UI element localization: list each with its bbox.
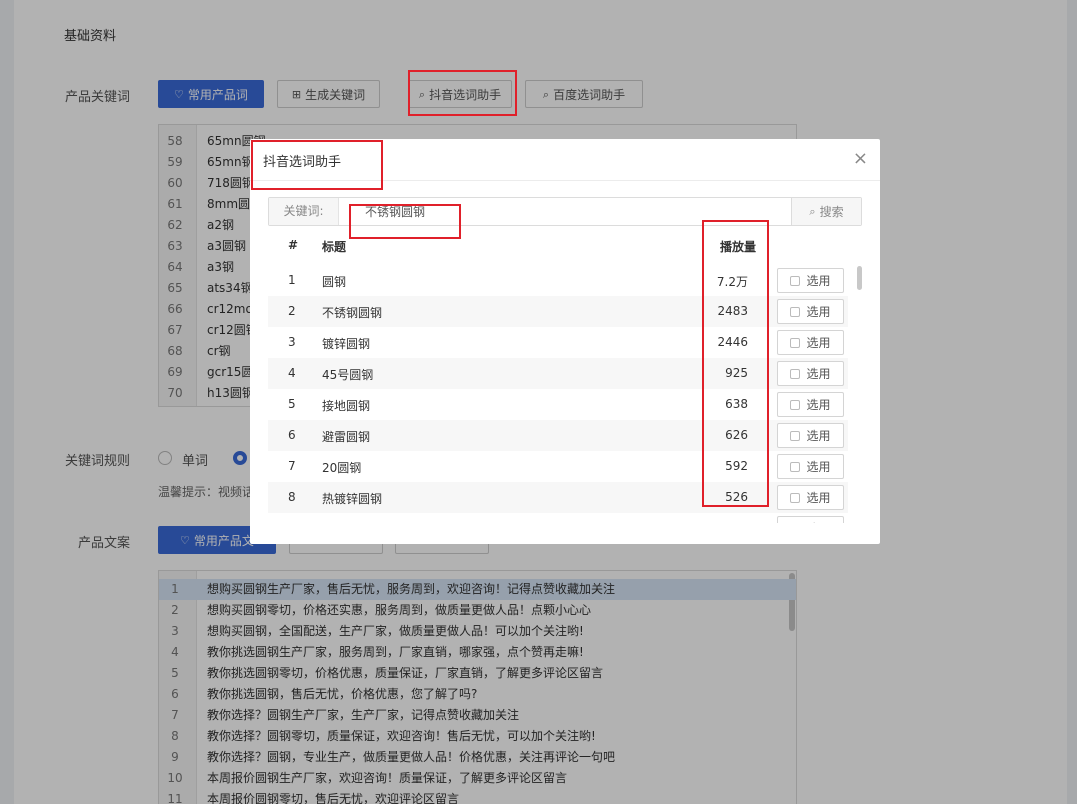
select-button[interactable]: 选用 — [777, 299, 844, 324]
select-button[interactable]: 选用 — [777, 423, 844, 448]
row-index: 3 — [288, 335, 296, 349]
results-table-header: # 标题 播放量 — [268, 234, 848, 258]
row-title: 20圆钢 — [322, 461, 362, 475]
results-scrollbar[interactable] — [857, 266, 862, 290]
checkbox-icon — [790, 368, 801, 379]
search-button[interactable]: ⌕ 搜索 — [791, 198, 861, 225]
checkbox-icon — [790, 430, 801, 441]
row-index: 1 — [288, 273, 296, 287]
select-button-label: 选用 — [806, 398, 831, 412]
row-title: 镀锌圆钢 — [322, 337, 371, 351]
result-row: 1 圆钢 7.2万 选用 — [268, 265, 848, 296]
results-table-body: 1 圆钢 7.2万 选用 2 不锈钢圆钢 2483 选用 3 镀锌圆钢 2446 选用 4 45号圆钢 92… — [268, 265, 848, 523]
select-button[interactable]: 选用 — [777, 392, 844, 417]
row-title: 不锈钢圆钢 — [322, 306, 383, 320]
result-row: 4 45号圆钢 925 选用 — [268, 358, 848, 389]
row-title: 热镀锌圆钢 — [322, 492, 383, 506]
row-title: 冷拔圆钢 — [322, 521, 370, 523]
row-plays: 638 — [725, 397, 748, 411]
close-icon[interactable]: × — [853, 149, 868, 169]
column-title: 标题 — [322, 240, 347, 254]
result-row: 9 冷拔圆钢 456 选用 — [268, 513, 848, 523]
select-button[interactable]: 选用 — [777, 454, 844, 479]
row-plays: 925 — [725, 366, 748, 380]
result-row: 3 镀锌圆钢 2446 选用 — [268, 327, 848, 358]
row-index: 8 — [288, 490, 296, 504]
row-plays: 2446 — [717, 335, 748, 349]
select-button[interactable]: 选用 — [777, 516, 844, 523]
row-plays: 526 — [725, 490, 748, 504]
row-title: 圆钢 — [322, 275, 347, 289]
row-title: 接地圆钢 — [322, 399, 371, 413]
row-plays: 626 — [725, 428, 748, 442]
row-plays: 456 — [688, 521, 748, 523]
checkbox-icon — [790, 275, 801, 286]
select-button-label: 选用 — [806, 274, 831, 288]
row-index: 4 — [288, 366, 296, 380]
row-index: 2 — [288, 304, 296, 318]
row-plays: 2483 — [717, 304, 748, 318]
result-row: 2 不锈钢圆钢 2483 选用 — [268, 296, 848, 327]
select-button-label: 选用 — [806, 305, 831, 319]
result-row: 5 接地圆钢 638 选用 — [268, 389, 848, 420]
select-button-label: 选用 — [806, 520, 830, 523]
dialog-header: 抖音选词助手 × — [250, 139, 880, 181]
row-index: 5 — [288, 397, 296, 411]
select-button[interactable]: 选用 — [777, 361, 844, 386]
column-index: # — [288, 238, 299, 252]
row-index: 6 — [288, 428, 296, 442]
result-row: 6 避雷圆钢 626 选用 — [268, 420, 848, 451]
row-index: 7 — [288, 459, 296, 473]
select-button[interactable]: 选用 — [777, 268, 844, 293]
select-button-label: 选用 — [806, 491, 831, 505]
select-button-label: 选用 — [806, 367, 831, 381]
checkbox-icon — [790, 492, 801, 503]
search-button-label: 搜索 — [819, 205, 844, 219]
row-title: 避雷圆钢 — [322, 430, 371, 444]
dialog-title: 抖音选词助手 — [263, 155, 342, 170]
search-icon: ⌕ — [809, 205, 816, 218]
row-plays: 592 — [725, 459, 748, 473]
select-button-label: 选用 — [806, 429, 831, 443]
row-title: 45号圆钢 — [322, 368, 374, 382]
checkbox-icon — [790, 461, 801, 472]
keyword-search-row: 关键词: ⌕ 搜索 — [268, 197, 862, 226]
row-plays: 7.2万 — [716, 275, 748, 289]
select-button[interactable]: 选用 — [777, 330, 844, 355]
keyword-search-input[interactable] — [349, 198, 769, 225]
douyin-keyword-helper-dialog: 抖音选词助手 × 关键词: ⌕ 搜索 # 标题 播放量 1圆钢7.2万选用2不锈… — [250, 139, 880, 544]
checkbox-icon — [790, 337, 801, 348]
result-row: 7 20圆钢 592 选用 — [268, 451, 848, 482]
checkbox-icon — [790, 306, 801, 317]
select-button-label: 选用 — [806, 336, 831, 350]
select-button[interactable]: 选用 — [777, 485, 844, 510]
select-button-label: 选用 — [806, 460, 831, 474]
keyword-search-label: 关键词: — [269, 198, 339, 225]
row-index: 9 — [288, 521, 296, 523]
result-row: 8 热镀锌圆钢 526 选用 — [268, 482, 848, 513]
checkbox-icon — [790, 399, 801, 410]
column-plays: 播放量 — [720, 240, 757, 254]
